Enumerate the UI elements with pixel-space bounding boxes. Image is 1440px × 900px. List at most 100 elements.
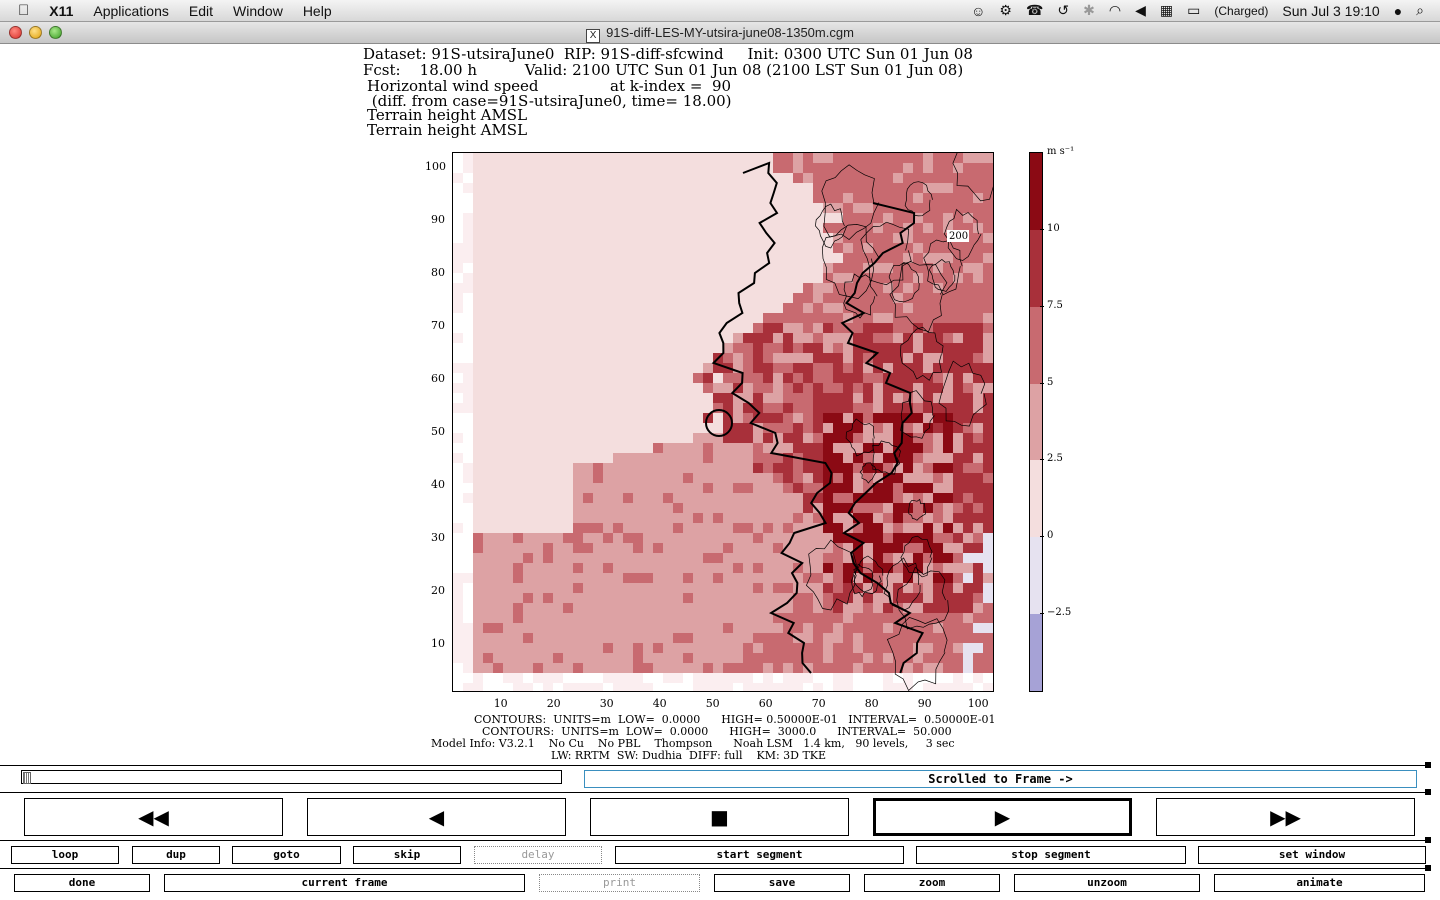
field-cell <box>953 573 963 583</box>
field-cell <box>803 293 813 303</box>
alien-icon[interactable]: ☺ <box>971 3 985 19</box>
menu-edit[interactable]: Edit <box>189 3 213 19</box>
field-cell <box>583 633 593 643</box>
divider-handle[interactable] <box>1425 837 1431 843</box>
wifi-icon[interactable]: ◠ <box>1109 2 1121 19</box>
animate-button[interactable]: animate <box>1214 874 1425 892</box>
field-cell <box>873 493 883 503</box>
field-cell <box>583 543 593 553</box>
user-icon[interactable]: ● <box>1394 3 1402 19</box>
field-cell <box>963 323 973 333</box>
field-cell <box>583 603 593 613</box>
field-cell <box>933 333 943 343</box>
calendar-icon[interactable]: ▦ <box>1160 2 1173 19</box>
zoom-window-button[interactable] <box>49 26 62 39</box>
colorbar-segment <box>1030 537 1042 615</box>
app-menu-x11[interactable]: X11 <box>49 3 73 19</box>
field-cell <box>773 543 783 553</box>
field-cell <box>743 523 753 533</box>
current-frame-button[interactable]: current frame <box>164 874 525 892</box>
field-cell <box>543 473 553 483</box>
volume-icon[interactable]: ◀ <box>1135 2 1146 19</box>
dup-button[interactable]: dup <box>132 846 220 864</box>
field-cell <box>573 643 583 653</box>
skip-button[interactable]: skip <box>353 846 461 864</box>
field-cell <box>863 163 873 173</box>
field-cell <box>463 283 473 293</box>
field-cell <box>553 583 563 593</box>
start-segment-button[interactable]: start segment <box>615 846 904 864</box>
field-cell <box>783 323 793 333</box>
step-back-button[interactable]: ◀ <box>307 798 566 836</box>
field-cell <box>733 343 743 353</box>
divider-handle[interactable] <box>1425 762 1431 768</box>
step-forward-button[interactable]: ▶ <box>873 798 1132 836</box>
field-cell <box>683 603 693 613</box>
scrollbar-thumb[interactable] <box>23 772 31 784</box>
field-cell <box>453 463 463 473</box>
stop-button[interactable]: ■ <box>590 798 849 836</box>
field-cell <box>823 403 833 413</box>
field-cell <box>883 643 893 653</box>
field-cell <box>453 573 463 583</box>
loop-button[interactable]: loop <box>11 846 119 864</box>
field-cell <box>863 633 873 643</box>
field-cell <box>783 473 793 483</box>
apple-menu-icon[interactable]:  <box>18 2 29 19</box>
field-cell <box>463 353 473 363</box>
menu-applications[interactable]: Applications <box>93 3 169 19</box>
minimize-window-button[interactable] <box>29 26 42 39</box>
stop-segment-button[interactable]: stop segment <box>916 846 1186 864</box>
colorbar-label: −2.5 <box>1047 607 1072 619</box>
field-cell <box>773 563 783 573</box>
field-cell <box>613 583 623 593</box>
field-cell <box>593 623 603 633</box>
x-tick-label: 90 <box>917 697 932 710</box>
bluetooth-icon[interactable]: ✱ <box>1083 2 1095 19</box>
time-machine-icon[interactable]: ↺ <box>1057 2 1069 19</box>
field-cell <box>863 183 873 193</box>
done-button[interactable]: done <box>14 874 150 892</box>
goto-button[interactable]: goto <box>232 846 341 864</box>
menu-window[interactable]: Window <box>233 3 283 19</box>
field-cell <box>823 343 833 353</box>
zoom-button[interactable]: zoom <box>864 874 1000 892</box>
field-cell <box>893 483 903 493</box>
field-cell <box>583 663 593 673</box>
close-window-button[interactable] <box>9 26 22 39</box>
phone-icon[interactable]: ☎ <box>1026 2 1043 19</box>
field-cell <box>513 563 523 573</box>
save-button[interactable]: save <box>714 874 850 892</box>
field-cell <box>653 543 663 553</box>
battery-icon[interactable]: ▭ <box>1187 2 1200 19</box>
field-cell <box>903 523 913 533</box>
spotlight-search-icon[interactable]: ⌕ <box>1416 2 1424 19</box>
divider-handle[interactable] <box>1425 789 1431 795</box>
rewind-button[interactable]: ◀◀ <box>24 798 283 836</box>
field-cell <box>713 583 723 593</box>
field-cell <box>463 333 473 343</box>
field-cell <box>483 623 493 633</box>
frame-scrollbar[interactable] <box>21 770 562 784</box>
field-cell <box>833 523 843 533</box>
field-cell <box>533 493 543 503</box>
field-cell <box>873 213 883 223</box>
divider-handle[interactable] <box>1425 865 1431 871</box>
set-window-button[interactable]: set window <box>1198 846 1426 864</box>
field-cell <box>523 663 533 673</box>
field-cell <box>903 443 913 453</box>
field-cell <box>833 603 843 613</box>
menu-help[interactable]: Help <box>303 3 332 19</box>
field-cell <box>453 453 463 463</box>
field-cell <box>503 533 513 543</box>
fast-forward-button[interactable]: ▶▶ <box>1156 798 1415 836</box>
field-cell <box>793 433 803 443</box>
unzoom-button[interactable]: unzoom <box>1014 874 1200 892</box>
menu-clock[interactable]: Sun Jul 3 19:10 <box>1282 3 1379 19</box>
field-cell <box>903 483 913 493</box>
field-cell <box>933 623 943 633</box>
field-cell <box>463 323 473 333</box>
field-cell <box>933 503 943 513</box>
field-cell <box>783 313 793 323</box>
sync-icon[interactable]: ⚙ <box>999 2 1012 19</box>
